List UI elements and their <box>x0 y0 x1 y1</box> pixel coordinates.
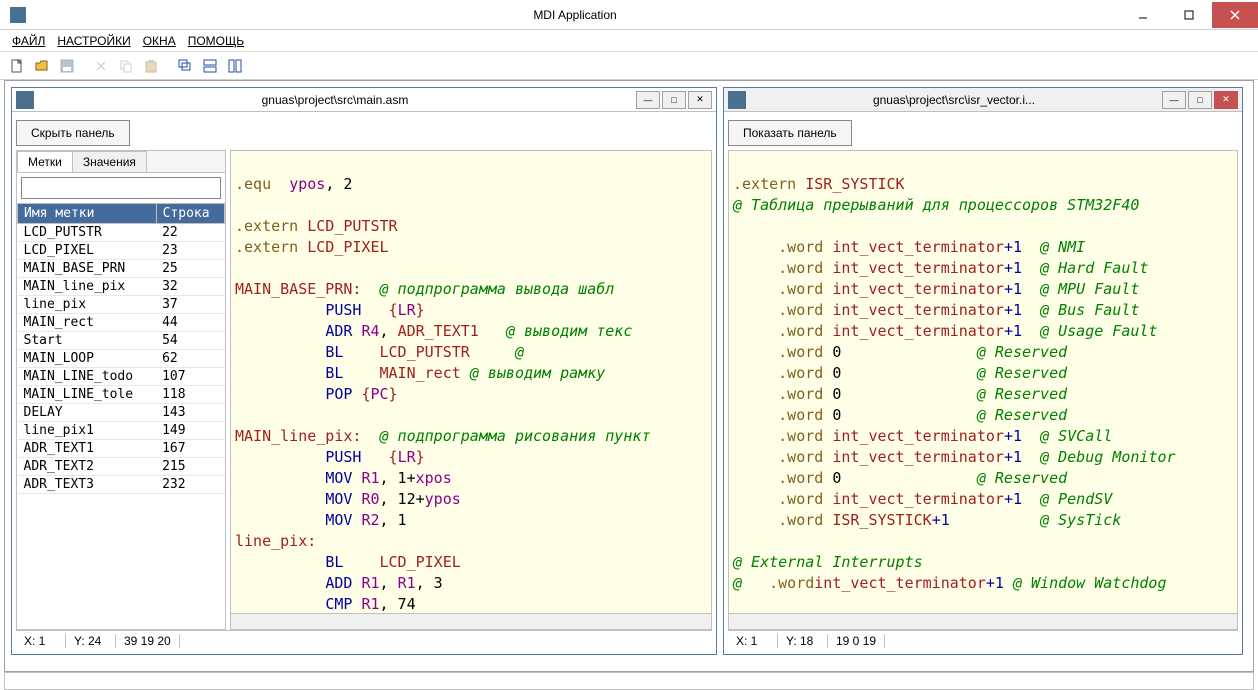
cascade-icon[interactable] <box>174 55 196 77</box>
open-file-icon[interactable] <box>31 55 53 77</box>
table-row[interactable]: ADR_TEXT3232 <box>18 476 225 494</box>
horizontal-scrollbar[interactable] <box>729 613 1237 629</box>
maximize-button[interactable] <box>1166 2 1212 28</box>
labels-table[interactable]: Имя меткиСтрока LCD_PUTSTR22LCD_PIXEL23M… <box>17 203 225 629</box>
tile-vertical-icon[interactable] <box>224 55 246 77</box>
status-y: Y: 18 <box>778 634 828 648</box>
table-row[interactable]: MAIN_BASE_PRN25 <box>18 260 225 278</box>
tile-horizontal-icon[interactable] <box>199 55 221 77</box>
table-row[interactable]: MAIN_LINE_todo107 <box>18 368 225 386</box>
table-row[interactable]: line_pix1149 <box>18 422 225 440</box>
minimize-button[interactable] <box>1120 2 1166 28</box>
status-size: 19 0 19 <box>828 634 885 648</box>
mdi-client-area: gnuas\project\src\main.asm — □ ✕ Скрыть … <box>4 80 1254 672</box>
side-panel: Метки Значения Имя меткиСтрока LCD_PUTST… <box>16 150 226 630</box>
show-panel-button[interactable]: Показать панель <box>728 120 852 146</box>
table-row[interactable]: line_pix37 <box>18 296 225 314</box>
col-label-name[interactable]: Имя метки <box>18 204 157 224</box>
window-icon <box>16 91 34 109</box>
col-line[interactable]: Строка <box>156 204 224 224</box>
window-icon <box>728 91 746 109</box>
app-title: MDI Application <box>30 8 1120 22</box>
menu-help[interactable]: ПОМОЩЬ <box>182 32 250 50</box>
statusbar-main: X: 1 Y: 24 39 19 20 <box>16 630 712 650</box>
child-window-isr: gnuas\project\src\isr_vector.i... — □ ✕ … <box>723 87 1243 655</box>
table-row[interactable]: ADR_TEXT1167 <box>18 440 225 458</box>
child-minimize-button[interactable]: — <box>1162 91 1186 109</box>
window-title: gnuas\project\src\main.asm <box>34 93 636 107</box>
tab-labels[interactable]: Метки <box>17 151 73 172</box>
new-file-icon[interactable] <box>6 55 28 77</box>
app-titlebar: MDI Application <box>0 0 1258 30</box>
statusbar-isr: X: 1 Y: 18 19 0 19 <box>728 630 1238 650</box>
child-maximize-button[interactable]: □ <box>1188 91 1212 109</box>
table-row[interactable]: MAIN_LOOP62 <box>18 350 225 368</box>
table-row[interactable]: MAIN_line_pix32 <box>18 278 225 296</box>
child-minimize-button[interactable]: — <box>636 91 660 109</box>
label-filter-input[interactable] <box>21 177 221 199</box>
menu-settings[interactable]: НАСТРОЙКИ <box>51 32 136 50</box>
code-editor-isr[interactable]: .extern ISR_SYSTICK @ Таблица прерываний… <box>728 150 1238 630</box>
child-titlebar[interactable]: gnuas\project\src\isr_vector.i... — □ ✕ <box>724 88 1242 112</box>
paste-icon[interactable] <box>140 55 162 77</box>
table-row[interactable]: MAIN_rect44 <box>18 314 225 332</box>
menu-file[interactable]: ФАЙЛ <box>6 32 51 50</box>
table-row[interactable]: MAIN_LINE_tole118 <box>18 386 225 404</box>
child-close-button[interactable]: ✕ <box>688 91 712 109</box>
status-size: 39 19 20 <box>116 634 180 648</box>
menubar: ФАЙЛ НАСТРОЙКИ ОКНА ПОМОЩЬ <box>0 30 1258 52</box>
table-row[interactable]: LCD_PUTSTR22 <box>18 224 225 242</box>
table-row[interactable]: DELAY143 <box>18 404 225 422</box>
status-y: Y: 24 <box>66 634 116 648</box>
table-row[interactable]: LCD_PIXEL23 <box>18 242 225 260</box>
tab-values[interactable]: Значения <box>72 151 147 172</box>
menu-windows[interactable]: ОКНА <box>137 32 182 50</box>
code-editor-main[interactable]: .equ ypos, 2 .extern LCD_PUTSTR .extern … <box>230 150 712 630</box>
child-window-main: gnuas\project\src\main.asm — □ ✕ Скрыть … <box>11 87 717 655</box>
toolbar <box>0 52 1258 80</box>
close-button[interactable] <box>1212 2 1258 28</box>
status-x: X: 1 <box>728 634 778 648</box>
child-titlebar[interactable]: gnuas\project\src\main.asm — □ ✕ <box>12 88 716 112</box>
hide-panel-button[interactable]: Скрыть панель <box>16 120 130 146</box>
app-statusbar <box>4 672 1254 690</box>
app-icon <box>6 3 30 27</box>
table-row[interactable]: Start54 <box>18 332 225 350</box>
child-maximize-button[interactable]: □ <box>662 91 686 109</box>
table-row[interactable]: ADR_TEXT2215 <box>18 458 225 476</box>
window-title: gnuas\project\src\isr_vector.i... <box>746 93 1162 107</box>
cut-icon[interactable] <box>90 55 112 77</box>
save-file-icon[interactable] <box>56 55 78 77</box>
horizontal-scrollbar[interactable] <box>231 613 711 629</box>
status-x: X: 1 <box>16 634 66 648</box>
child-close-button[interactable]: ✕ <box>1214 91 1238 109</box>
copy-icon[interactable] <box>115 55 137 77</box>
